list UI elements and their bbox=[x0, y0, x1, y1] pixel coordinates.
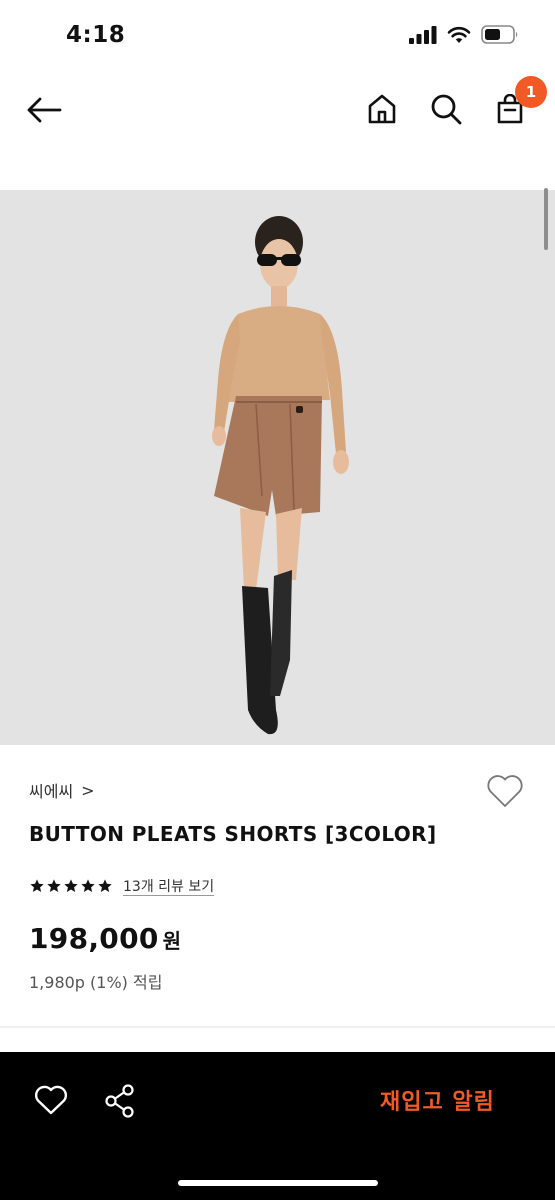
star-icon bbox=[47, 879, 61, 892]
signal-icon bbox=[409, 25, 437, 44]
star-icon bbox=[30, 879, 44, 892]
rating-row: 13개 리뷰 보기 bbox=[29, 876, 214, 896]
cart-button[interactable]: 1 bbox=[493, 76, 547, 126]
scrollbar[interactable] bbox=[544, 188, 548, 250]
bottom-wishlist-button[interactable] bbox=[34, 1085, 68, 1117]
search-icon bbox=[431, 94, 462, 125]
star-icon bbox=[64, 879, 78, 892]
status-time: 4:18 bbox=[66, 22, 126, 48]
chevron-right-icon: > bbox=[81, 780, 95, 800]
battery-icon bbox=[481, 25, 518, 44]
divider bbox=[0, 1026, 555, 1028]
heart-icon bbox=[34, 1085, 68, 1115]
heart-outline-icon bbox=[487, 775, 523, 807]
back-button[interactable] bbox=[24, 92, 64, 128]
share-button[interactable] bbox=[104, 1084, 136, 1118]
back-arrow-icon bbox=[27, 97, 62, 123]
review-link[interactable]: 13개 리뷰 보기 bbox=[123, 876, 214, 896]
home-button[interactable] bbox=[365, 92, 399, 126]
brand-link[interactable]: 씨에씨 > bbox=[29, 778, 95, 802]
nav-bar: 1 bbox=[0, 72, 555, 148]
home-icon bbox=[368, 94, 396, 124]
model-photo bbox=[212, 216, 349, 735]
nav-actions: 1 bbox=[365, 76, 547, 126]
restock-alert-button[interactable]: 재입고 알림 bbox=[380, 1084, 495, 1116]
bottom-action-bar: 재입고 알림 bbox=[0, 1052, 555, 1200]
wishlist-button[interactable] bbox=[486, 774, 524, 810]
product-page: 4:18 1 씨에씨 > BUTTON PLEATS SHORTS [3COLO… bbox=[0, 0, 555, 1200]
price-amount: 198,000 bbox=[29, 922, 159, 955]
status-bar: 4:18 bbox=[0, 0, 555, 70]
price-row: 198,000 원 bbox=[29, 922, 181, 955]
brand-name: 씨에씨 bbox=[29, 782, 74, 801]
share-icon bbox=[105, 1084, 134, 1118]
price-currency: 원 bbox=[162, 929, 182, 953]
reward-points: 1,980p (1%) 적립 bbox=[29, 973, 163, 992]
home-indicator bbox=[178, 1180, 378, 1186]
product-image[interactable] bbox=[0, 190, 555, 745]
search-button[interactable] bbox=[429, 92, 463, 126]
status-icons bbox=[409, 25, 519, 44]
cart-count-badge: 1 bbox=[515, 76, 547, 108]
star-rating bbox=[29, 878, 113, 894]
star-icon bbox=[98, 879, 112, 892]
wifi-icon bbox=[447, 26, 471, 43]
star-icon bbox=[81, 879, 95, 892]
product-title: BUTTON PLEATS SHORTS [3COLOR] bbox=[29, 822, 437, 846]
